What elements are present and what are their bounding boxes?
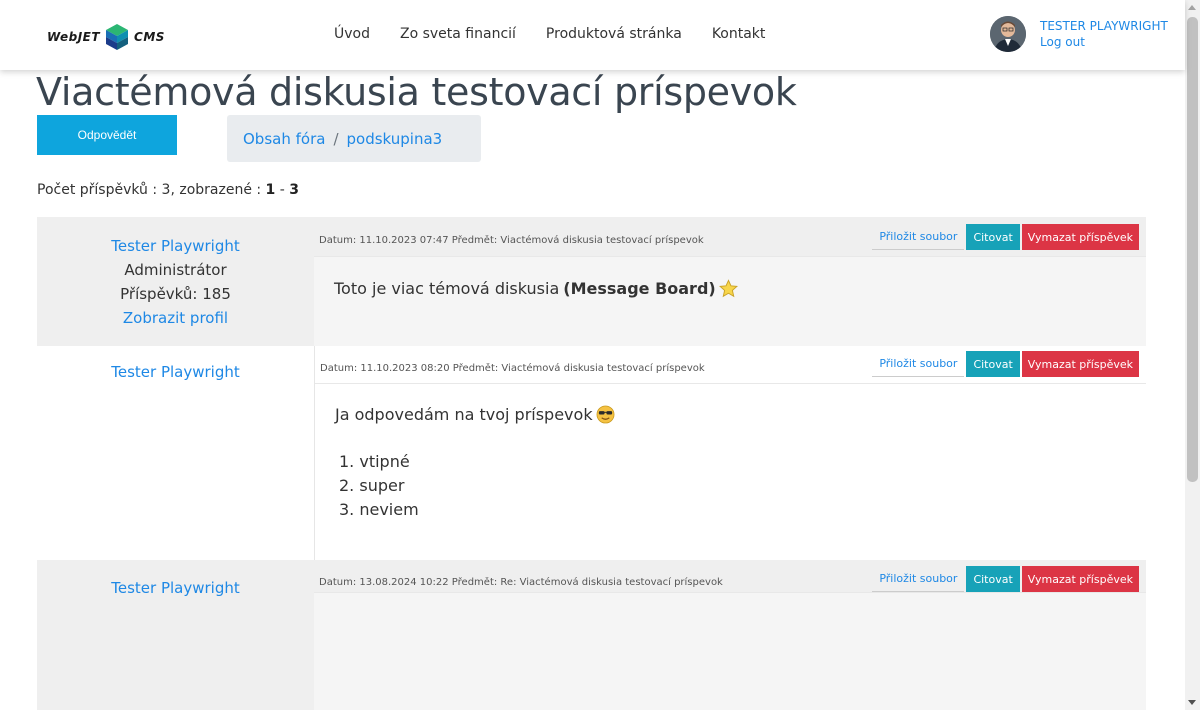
avatar[interactable] [990,16,1026,52]
author-post-count: Příspěvků: 185 [120,285,231,303]
view-profile-link[interactable]: Zobrazit profil [37,306,314,330]
post-count-dash: - [275,182,290,198]
delete-post-button[interactable]: Vymazat příspěvek [1021,566,1139,592]
post-body: Datum: 11.10.2023 07:47 Předmět: Viactém… [314,217,1146,346]
post-meta: Datum: 11.10.2023 07:47 Předmět: Viactém… [319,235,704,246]
main-nav: Úvod Zo sveta financií Produktová stránk… [334,26,765,42]
post-text: Ja odpovedám na tvoj príspevok [335,405,593,424]
logout-link[interactable]: Log out [1040,35,1168,49]
site-header: WebJET CMS Úvod Zo sveta financií Produk… [0,0,1185,70]
user-info: TESTER PLAYWRIGHT Log out [1040,19,1168,52]
breadcrumb: Obsah fóra / podskupina3 [227,115,481,162]
cite-button[interactable]: Citovat [966,566,1020,592]
author-role: Administrátor [124,261,227,279]
post-text: Toto je viac témová diskusia [334,279,560,298]
page-title: Viactémová diskusia testovací príspevok [36,70,797,114]
post-actions: Přiložit soubor Citovat Vymazat příspěve… [872,566,1139,592]
post-count-to: 3 [289,182,299,198]
forum-post: Tester Playwright Datum: 11.10.2023 08:2… [37,346,1146,560]
delete-post-button[interactable]: Vymazat příspěvek [1021,351,1139,377]
author-name[interactable]: Tester Playwright [37,360,314,384]
post-list: 1. vtipné 2. super 3. neviem [335,450,615,522]
logo-cube-icon [106,24,129,50]
scroll-down-arrow-icon[interactable] [1185,695,1200,710]
post-content: Toto je viac témová diskusia (Message Bo… [334,279,738,298]
vertical-scrollbar[interactable] [1185,0,1200,710]
forum-post: Tester Playwright Administrátor Příspěvk… [37,217,1146,346]
scroll-thumb[interactable] [1187,17,1198,482]
post-author: Tester Playwright Administrátor Příspěvk… [37,234,314,330]
logo[interactable]: WebJET CMS [47,24,165,50]
post-content-box [314,593,1146,710]
scroll-up-arrow-icon[interactable] [1185,0,1200,15]
post-body: Datum: 11.10.2023 08:20 Předmět: Viactém… [314,346,1146,560]
forum-post: Tester Playwright Datum: 13.08.2024 10:2… [37,560,1146,710]
delete-post-button[interactable]: Vymazat příspěvek [1021,224,1139,250]
post-content: Ja odpovedám na tvoj príspevok 1. vtipné… [335,405,615,522]
user-name[interactable]: TESTER PLAYWRIGHT [1040,19,1168,33]
cite-button[interactable]: Citovat [966,351,1020,377]
reply-button[interactable]: Odpovědět [37,115,177,155]
list-item: 1. vtipné [339,452,410,471]
user-panel: TESTER PLAYWRIGHT Log out [990,16,1168,52]
post-meta: Datum: 11.10.2023 08:20 Předmět: Viactém… [320,363,705,374]
breadcrumb-separator: / [333,129,339,148]
post-text-bold: (Message Board) [563,279,716,298]
list-item: 2. super [339,476,405,495]
post-actions: Přiložit soubor Citovat Vymazat příspěve… [872,224,1139,250]
post-count-prefix: Počet příspěvků : 3, zobrazené : [37,182,266,198]
post-content-box [314,257,1146,346]
breadcrumb-item-obsah-fora[interactable]: Obsah fóra [243,130,325,148]
post-body: Datum: 13.08.2024 10:22 Předmět: Re: Via… [314,560,1146,710]
nav-item-uvod[interactable]: Úvod [334,26,370,42]
author-name[interactable]: Tester Playwright [37,576,314,600]
nav-item-kontakt[interactable]: Kontakt [712,26,766,42]
post-author: Tester Playwright [37,360,314,384]
post-count-from: 1 [265,182,276,198]
post-count: Počet příspěvků : 3, zobrazené : 1 - 3 [37,182,299,198]
star-icon [718,279,738,298]
cite-button[interactable]: Citovat [966,224,1020,250]
post-meta: Datum: 13.08.2024 10:22 Předmět: Re: Via… [319,577,723,588]
cool-face-icon [596,405,615,424]
breadcrumb-item-podskupina3[interactable]: podskupina3 [347,130,443,148]
author-name[interactable]: Tester Playwright [37,234,314,258]
attach-file-button[interactable]: Přiložit soubor [872,224,965,250]
nav-item-produktova-stranka[interactable]: Produktová stránka [546,26,682,42]
post-author: Tester Playwright [37,576,314,600]
post-header: Datum: 11.10.2023 08:20 Předmět: Viactém… [315,346,1146,384]
post-header: Datum: 13.08.2024 10:22 Předmět: Re: Via… [314,560,1146,593]
attach-file-button[interactable]: Přiložit soubor [872,566,965,592]
post-actions: Přiložit soubor Citovat Vymazat příspěve… [872,351,1139,377]
post-header: Datum: 11.10.2023 07:47 Předmět: Viactém… [314,217,1146,257]
logo-text-webjet: WebJET [47,30,101,44]
list-item: 3. neviem [339,500,419,519]
logo-text-cms: CMS [134,30,165,44]
nav-item-zo-sveta-financii[interactable]: Zo sveta financií [400,26,516,42]
attach-file-button[interactable]: Přiložit soubor [872,351,965,377]
